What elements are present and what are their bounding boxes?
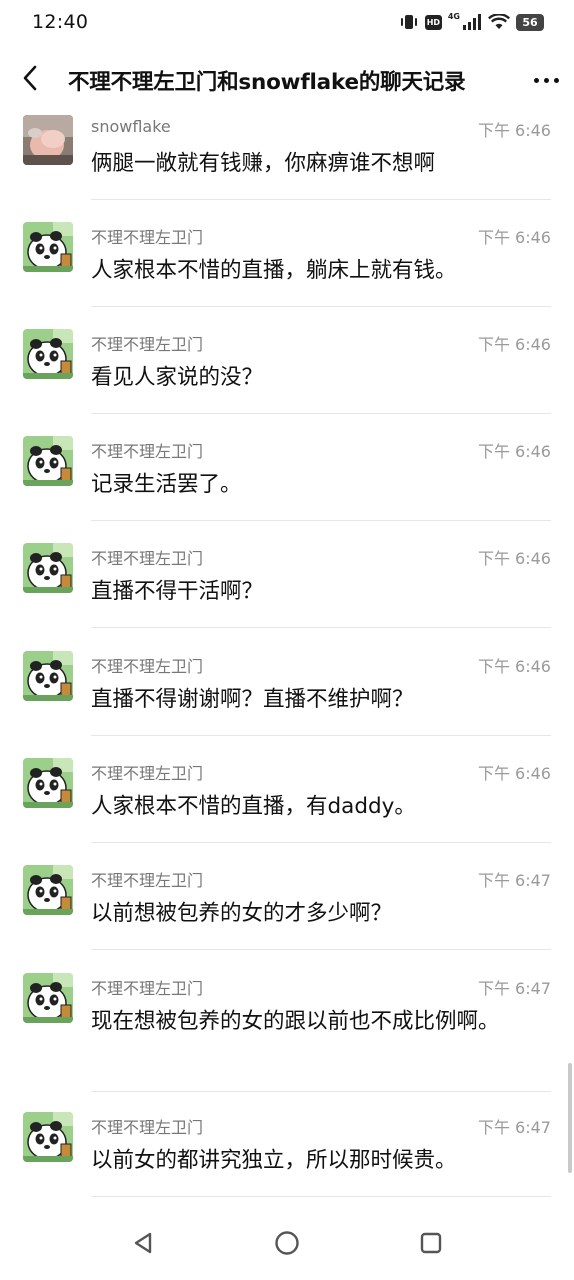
divider	[91, 949, 551, 950]
message-time: 下午 6:47	[477, 871, 551, 890]
avatar-panda[interactable]	[23, 1112, 73, 1162]
nav-home-button[interactable]	[263, 1221, 311, 1269]
avatar-snowflake[interactable]	[23, 115, 73, 165]
nav-back-button[interactable]	[119, 1221, 167, 1269]
message-time: 下午 6:46	[477, 442, 551, 461]
avatar-panda[interactable]	[23, 329, 73, 379]
system-nav-bar	[0, 1210, 574, 1280]
message-text: 以前女的都讲究独立，所以那时候贵。	[91, 1148, 457, 1173]
hd-icon: HD	[424, 14, 442, 30]
battery-icon: 56	[516, 13, 544, 31]
status-icons: HD 4G 56	[399, 11, 544, 31]
message-time: 下午 6:46	[477, 657, 551, 676]
vibrate-icon	[399, 14, 419, 30]
avatar-panda[interactable]	[23, 758, 73, 808]
chevron-left-icon	[20, 64, 40, 96]
avatar-panda[interactable]	[23, 436, 73, 486]
message-text: 现在想被包养的女的跟以前也不成比例啊。	[91, 1009, 500, 1034]
message-text: 直播不得干活啊？	[91, 579, 264, 604]
divider	[91, 842, 551, 843]
message-time: 下午 6:46	[477, 335, 551, 354]
avatar-panda[interactable]	[23, 651, 73, 701]
message-time: 下午 6:46	[477, 549, 551, 568]
divider	[91, 735, 551, 736]
avatar-panda[interactable]	[23, 973, 73, 1023]
message-time: 下午 6:46	[477, 228, 551, 247]
chat-history-screen: snowflake 下午 6:46 俩腿一敞就有钱赚，你麻痹谁不想啊 不理不理左…	[0, 0, 574, 1280]
network-type-label: 4G	[447, 11, 460, 21]
message-list[interactable]: snowflake 下午 6:46 俩腿一敞就有钱赚，你麻痹谁不想啊 不理不理左…	[0, 0, 574, 1200]
sender-name: 不理不理左卫门	[91, 549, 204, 568]
message-text: 俩腿一敞就有钱赚，你麻痹谁不想啊	[91, 151, 436, 176]
scrollbar[interactable]	[568, 1063, 572, 1173]
chat-header: 不理不理左卫门和snowflake的聊天记录	[0, 54, 574, 106]
sender-name: 不理不理左卫门	[91, 1118, 204, 1137]
nav-recents-button[interactable]	[407, 1221, 455, 1269]
message-text: 看见人家说的没？	[91, 365, 264, 390]
more-dots-icon	[531, 77, 561, 83]
divider	[91, 199, 551, 200]
signal-icon	[462, 14, 482, 30]
sender-name: 不理不理左卫门	[91, 228, 204, 247]
sender-name: 不理不理左卫门	[91, 442, 204, 461]
divider	[91, 306, 551, 307]
sender-name: 不理不理左卫门	[91, 657, 204, 676]
message-text: 以前想被包养的女的才多少啊？	[91, 901, 393, 926]
divider	[91, 627, 551, 628]
message-time: 下午 6:46	[477, 764, 551, 783]
back-button[interactable]	[0, 54, 60, 106]
divider	[91, 1196, 551, 1197]
divider	[91, 520, 551, 521]
divider	[91, 413, 551, 414]
recents-square-icon	[419, 1231, 443, 1259]
message-text: 直播不得谢谢啊？直播不维护啊？	[91, 687, 414, 712]
message-time: 下午 6:47	[477, 1118, 551, 1137]
sender-name: 不理不理左卫门	[91, 335, 204, 354]
page-title: 不理不理左卫门和snowflake的聊天记录	[68, 69, 466, 95]
sender-name: 不理不理左卫门	[91, 764, 204, 783]
message-time: 下午 6:47	[477, 979, 551, 998]
message-text: 人家根本不惜的直播，有daddy。	[91, 794, 416, 819]
more-button[interactable]	[518, 54, 574, 106]
sender-name: 不理不理左卫门	[91, 979, 204, 998]
avatar-panda[interactable]	[23, 865, 73, 915]
back-triangle-icon	[131, 1231, 155, 1259]
wifi-icon	[488, 14, 510, 30]
avatar-panda[interactable]	[23, 543, 73, 593]
status-time: 12:40	[32, 11, 89, 33]
message-time: 下午 6:46	[477, 121, 551, 140]
message-text: 人家根本不惜的直播，躺床上就有钱。	[91, 258, 457, 283]
message-text: 记录生活罢了。	[91, 472, 242, 497]
home-circle-icon	[274, 1230, 300, 1260]
divider	[91, 1091, 551, 1092]
sender-name: snowflake	[91, 117, 171, 136]
status-bar: 12:40 HD 4G 56	[0, 0, 574, 44]
sender-name: 不理不理左卫门	[91, 871, 204, 890]
avatar-panda[interactable]	[23, 222, 73, 272]
